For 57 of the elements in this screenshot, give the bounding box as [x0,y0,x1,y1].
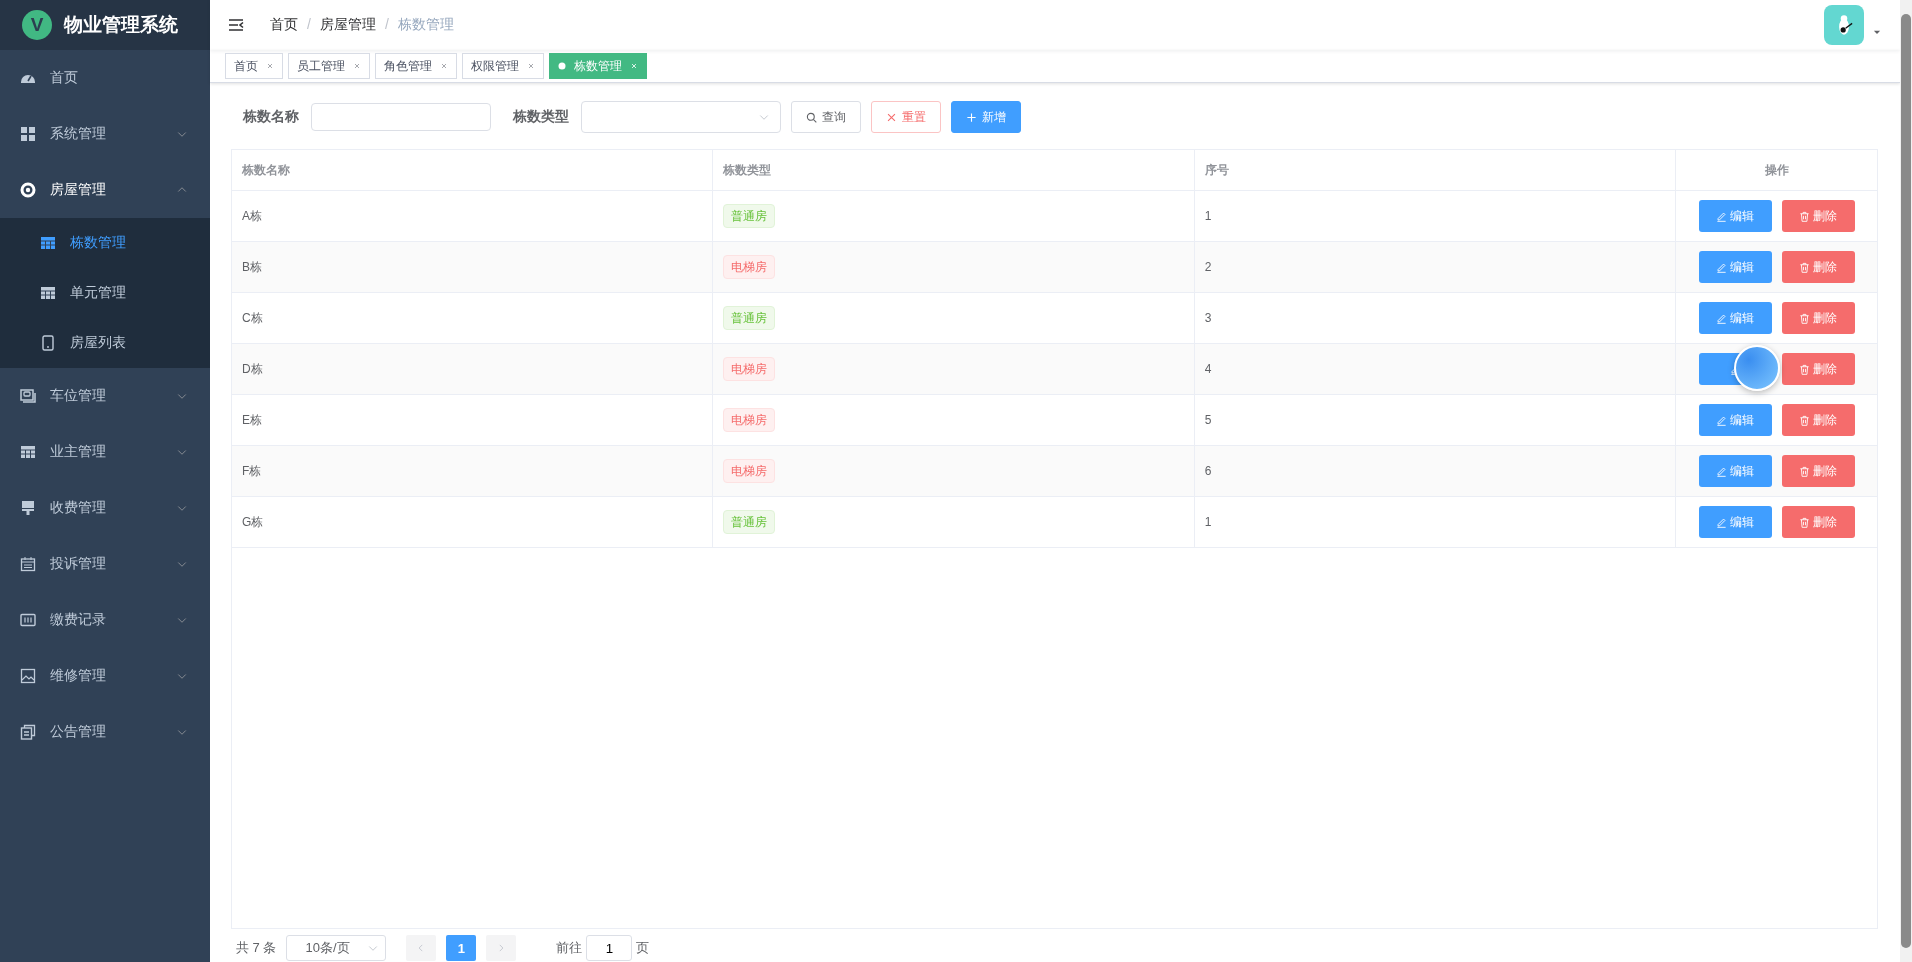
breadcrumb-item[interactable]: 首页 [270,16,298,34]
menu-item[interactable]: 投诉管理 [0,536,210,592]
submenu-item[interactable]: 栋数管理 [0,218,210,268]
breadcrumb-item: 栋数管理 [397,16,454,34]
menu-item[interactable]: 业主管理 [0,424,210,480]
menu-item[interactable]: 缴费记录 [0,592,210,648]
table-cell: 6 [1194,446,1677,496]
table-cell: B栋 [232,242,714,292]
column-header: 序号 [1194,150,1677,190]
tab[interactable]: 权限管理 [462,53,544,79]
menu-item[interactable]: 车位管理 [0,368,210,424]
type-tag: 电梯房 [723,459,776,483]
submenu-item[interactable]: 房屋列表 [0,318,210,368]
menu-item[interactable]: 公告管理 [0,704,210,760]
search-button[interactable]: 查询 [791,101,861,133]
column-header: 操作 [1763,161,1790,179]
menu-item[interactable]: 首页 [0,50,210,106]
total-count: 共 7 条 [236,939,277,957]
menu-item[interactable]: 房屋管理 [0,162,210,218]
table-cell: G栋 [232,497,714,547]
menu-item[interactable]: 系统管理 [0,106,210,162]
type-tag: 电梯房 [723,255,776,279]
table-cell: D栋 [232,344,714,394]
page-input-field[interactable]: 1 [586,935,633,961]
table-cell: 4 [1194,344,1677,394]
type-tag: 普通房 [723,306,776,330]
table-cell: 1 [1194,191,1677,241]
logo-icon: V [22,10,52,40]
page-size-select[interactable]: 10条/页 [286,935,387,961]
table-cell: C栋 [232,293,714,343]
type-tag: 电梯房 [723,357,776,381]
column-header: 栋数名称 [232,150,714,190]
tab[interactable]: 首页 [225,53,283,79]
goto-label: 前往 [556,939,583,957]
tab[interactable]: 员工管理 [288,53,370,79]
tab[interactable]: 角色管理 [375,53,457,79]
breadcrumb-separator: / [307,16,311,34]
type-tag: 普通房 [723,204,776,228]
breadcrumb-separator: / [384,16,389,34]
menu-item[interactable]: 维修管理 [0,648,210,704]
table-cell: A栋 [232,191,714,241]
table-cell: F栋 [232,446,714,496]
submenu-item[interactable]: 单元管理 [0,268,210,318]
table-cell: 2 [1194,242,1677,292]
app-title: 物业管理系统 [64,13,178,37]
page-suffix: 页 [636,939,650,957]
table-cell: 5 [1194,395,1677,445]
table-cell: 1 [1194,497,1677,547]
table-cell: 3 [1194,293,1677,343]
field-label: 栋数类型 [513,108,569,126]
table-cell: E栋 [232,395,714,445]
breadcrumb-item[interactable]: 房屋管理 [319,16,376,34]
type-tag: 电梯房 [723,408,776,432]
menu-item[interactable]: 收费管理 [0,480,210,536]
field-label: 栋数名称 [243,108,299,126]
column-header: 栋数类型 [713,150,1195,190]
type-tag: 普通房 [723,510,776,534]
